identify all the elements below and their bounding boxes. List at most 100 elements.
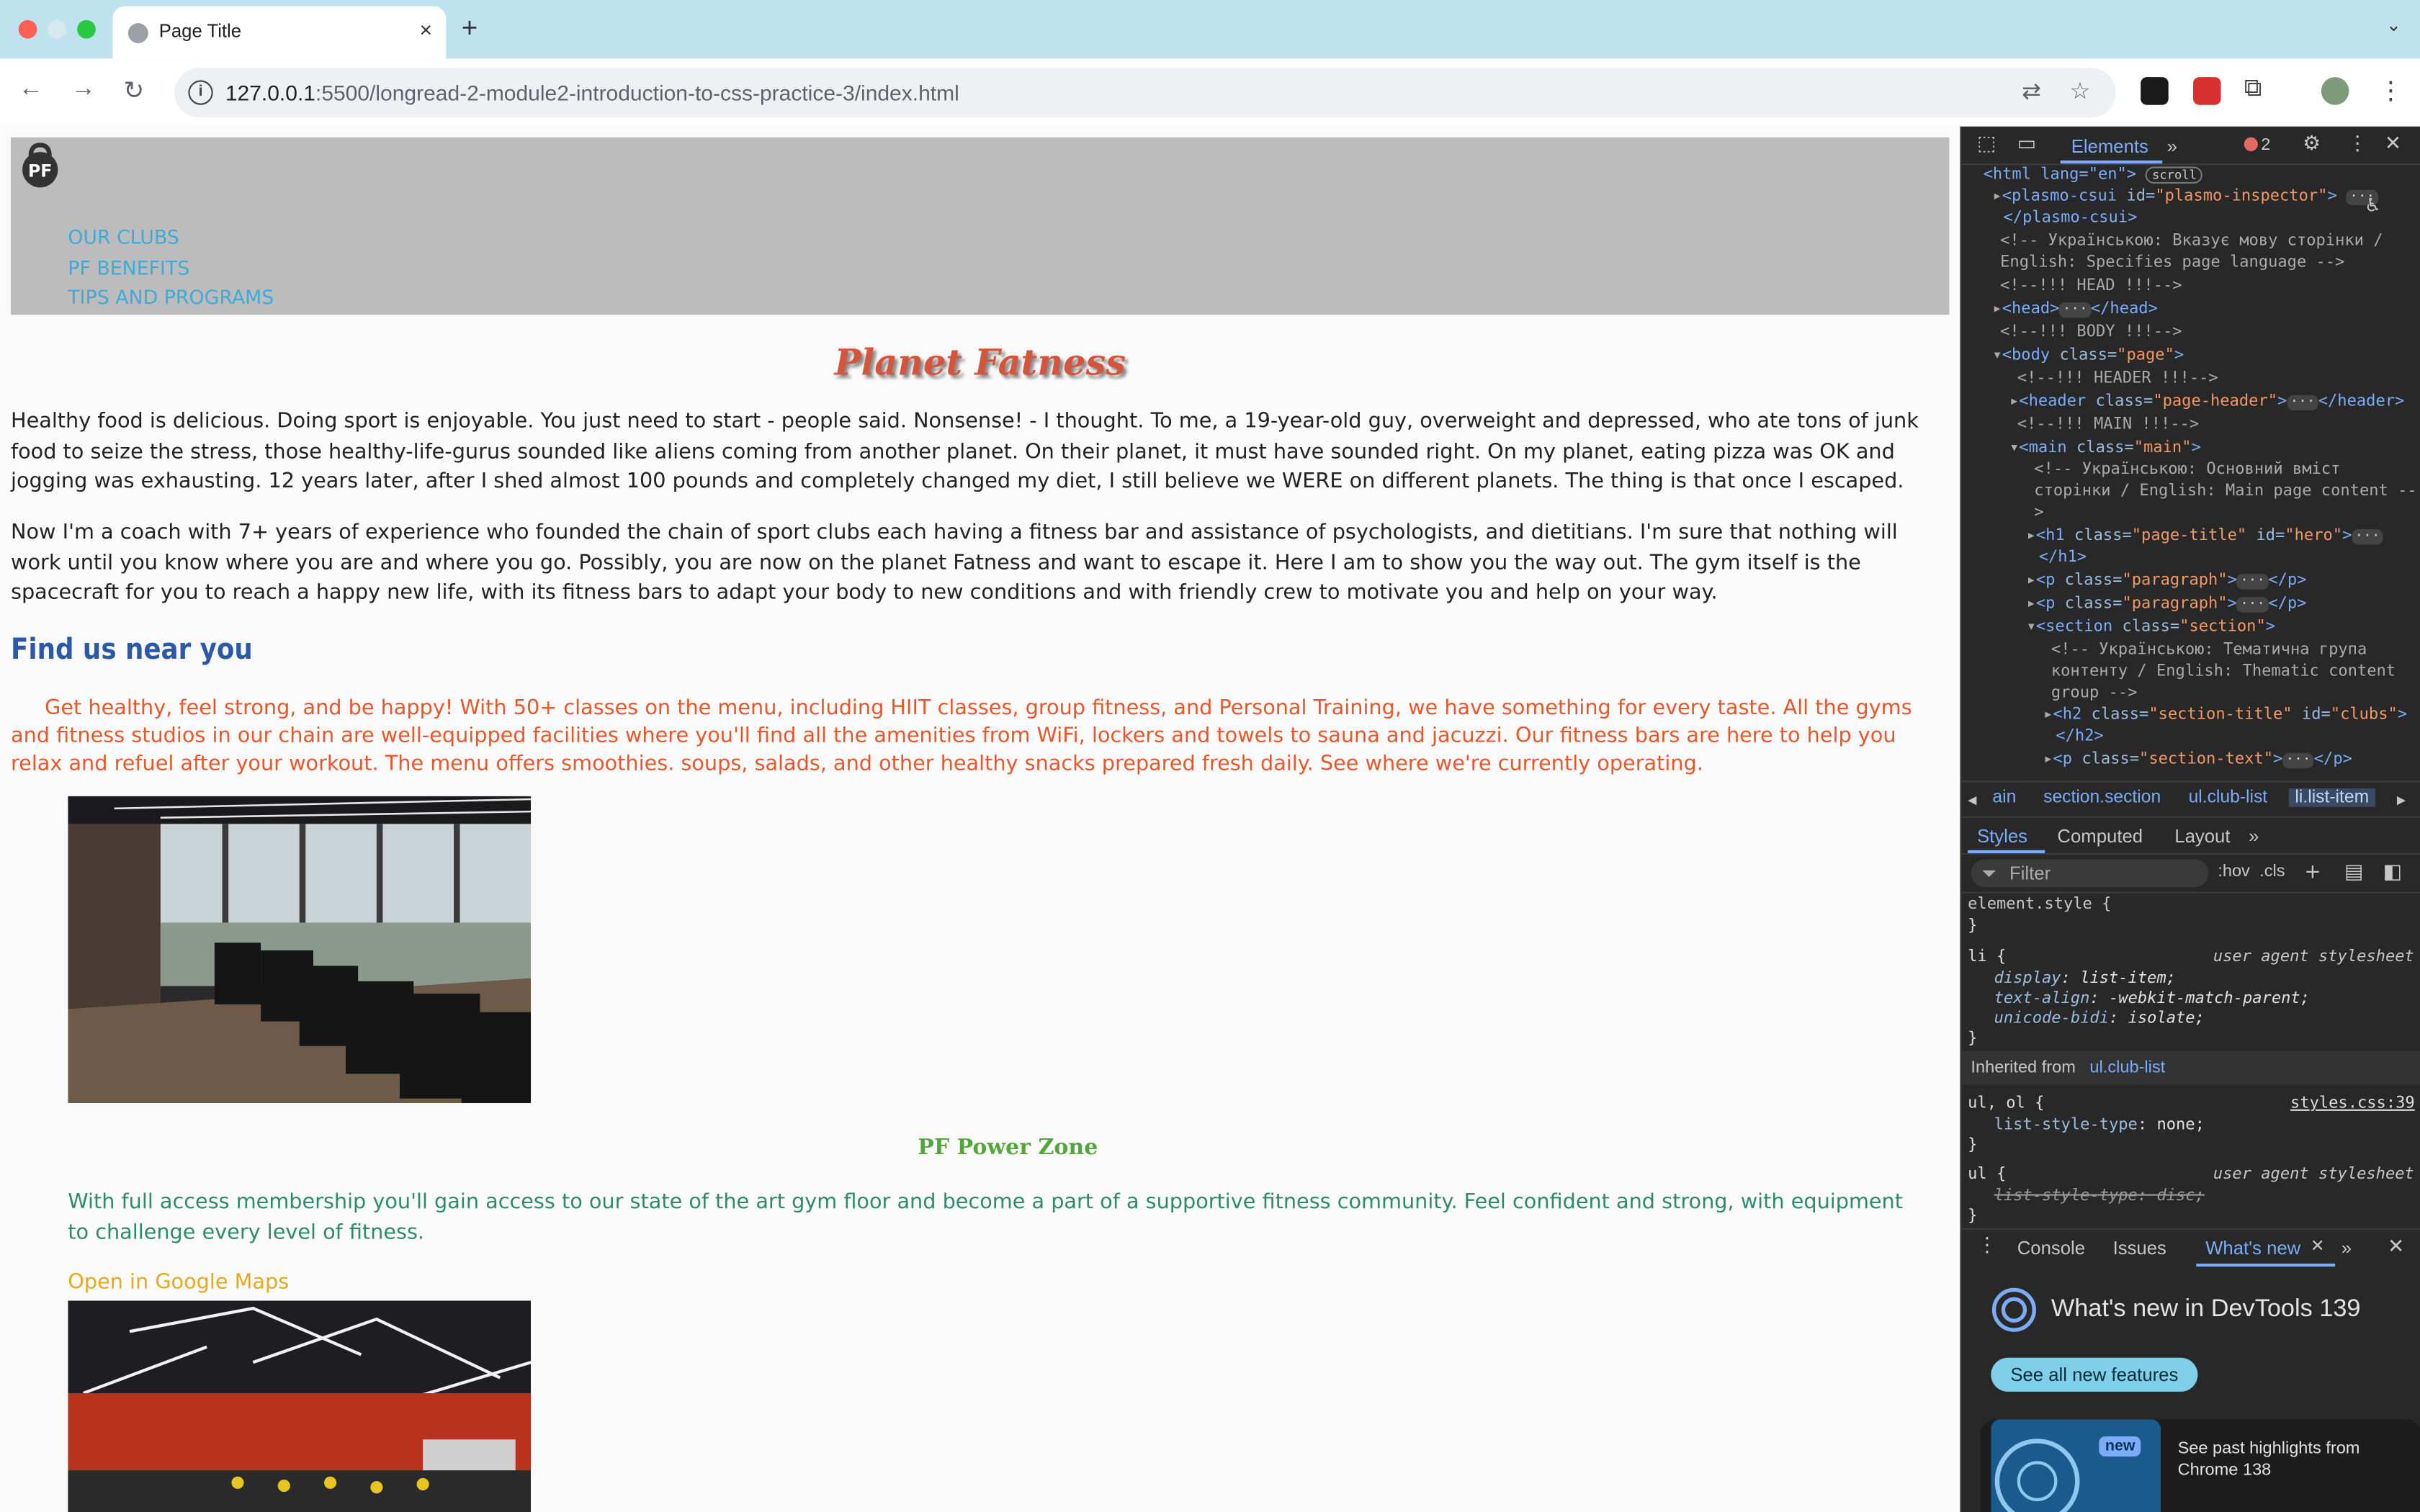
highlights-card[interactable]: new See past highlights from Chrome 138: [1980, 1419, 2420, 1512]
more-tabs-icon[interactable]: »: [2249, 825, 2259, 847]
css-declaration-overridden[interactable]: list-style-type: disc;: [1994, 1187, 2205, 1207]
expand-triangle-icon[interactable]: ▸: [2043, 705, 2053, 724]
browser-menu-icon[interactable]: ⋮: [2378, 76, 2403, 107]
dom-comment[interactable]: <!-- Українською: Тематична група: [2051, 639, 2367, 660]
tab-computed[interactable]: Computed: [2057, 825, 2143, 847]
profile-avatar[interactable]: [2321, 77, 2349, 105]
breadcrumb-item[interactable]: ul.club-list: [2189, 788, 2268, 807]
css-declaration[interactable]: display: list-item;: [1994, 969, 2176, 989]
accessibility-icon[interactable]: ♿: [2365, 194, 2381, 216]
collapsed-ellipsis[interactable]: ···: [2287, 395, 2318, 410]
dom-node-p[interactable]: ▸<p class="paragraph"> ··· </p>: [2027, 570, 2307, 591]
extensions-puzzle-icon[interactable]: ⧉: [2244, 76, 2262, 104]
close-whats-new-tab-icon[interactable]: ✕: [2311, 1236, 2325, 1256]
dom-comment[interactable]: <!--!!! HEAD !!!-->: [2000, 274, 2182, 296]
collapsed-ellipsis[interactable]: ···: [2236, 574, 2269, 590]
collapsed-ellipsis[interactable]: ···: [2059, 302, 2091, 318]
close-tab-icon[interactable]: ×: [419, 17, 432, 42]
dom-node-h1[interactable]: ▸<h1 class="page-title" id="hero"> ···: [2027, 525, 2383, 546]
browser-tab[interactable]: Page Title ×: [112, 6, 447, 59]
breadcrumb-item[interactable]: section.section: [2043, 788, 2161, 807]
extension-play-icon[interactable]: [2193, 77, 2221, 105]
hover-state-toggle[interactable]: :hov: [2218, 863, 2250, 881]
address-bar[interactable]: i 127.0.0.1:5500/longread-2-module2-intr…: [174, 68, 2116, 117]
collapse-triangle-icon[interactable]: ▾: [1992, 346, 2002, 364]
breadcrumb-scroll-right-icon[interactable]: ▸: [2397, 788, 2406, 810]
collapse-triangle-icon[interactable]: ▾: [2009, 438, 2019, 457]
tab-styles[interactable]: Styles: [1977, 825, 2027, 847]
more-tabs-icon[interactable]: »: [2167, 136, 2177, 158]
nav-link-pf-benefits[interactable]: PF BENEFITS: [68, 256, 189, 279]
toggle-sidebar-icon[interactable]: ◧: [2383, 861, 2402, 884]
dom-node-head[interactable]: ▸<head> ··· </head>: [1992, 298, 2158, 320]
css-source-link[interactable]: styles.css:39: [2290, 1094, 2415, 1114]
inspect-element-icon[interactable]: ⬚: [1977, 132, 1996, 156]
expand-triangle-icon[interactable]: ▸: [2027, 526, 2036, 545]
dom-comment[interactable]: <!--!!! BODY !!!-->: [2000, 321, 2182, 343]
translate-icon[interactable]: ⇄: [2022, 77, 2041, 104]
css-selector[interactable]: ul, ol {: [1968, 1094, 2044, 1114]
error-count-badge[interactable]: 2: [2244, 136, 2270, 154]
dom-comment[interactable]: сторінки / English: Main page content --: [2034, 480, 2416, 501]
breadcrumb-scroll-left-icon[interactable]: ◂: [1968, 788, 1976, 810]
dom-node-h2[interactable]: ▸<h2 class="section-title" id="clubs">: [2043, 703, 2407, 725]
expand-triangle-icon[interactable]: ▸: [2027, 594, 2036, 613]
dom-comment[interactable]: group -->: [2051, 682, 2138, 703]
back-button[interactable]: ←: [19, 76, 43, 104]
dom-comment[interactable]: <!--!!! MAIN !!!-->: [2017, 413, 2199, 435]
dom-node-html[interactable]: <html lang="en"> scroll: [1984, 163, 2203, 185]
reload-button[interactable]: ↻: [123, 76, 144, 107]
css-declaration[interactable]: unicode-bidi: isolate;: [1994, 1009, 2205, 1029]
dom-comment[interactable]: контенту / English: Thematic content: [2051, 660, 2396, 682]
zoom-window-button[interactable]: [77, 19, 96, 39]
dom-comment[interactable]: >: [2034, 501, 2043, 523]
minimize-window-button[interactable]: [48, 19, 67, 39]
bookmark-star-icon[interactable]: ☆: [2070, 77, 2091, 104]
expand-triangle-icon[interactable]: ▸: [1992, 300, 2002, 318]
collapsed-ellipsis[interactable]: ···: [2236, 597, 2269, 613]
extension-bolt-icon[interactable]: [2141, 77, 2169, 105]
dom-node-close[interactable]: </h2>: [2056, 725, 2103, 747]
breadcrumb-item-active[interactable]: li.list-item: [2288, 788, 2375, 807]
dom-comment[interactable]: English: Specifies page language -->: [2000, 251, 2344, 273]
google-maps-link[interactable]: Open in Google Maps: [68, 1272, 289, 1295]
nav-link-our-clubs[interactable]: OUR CLUBS: [68, 225, 179, 248]
inherited-selector-link[interactable]: ul.club-list: [2089, 1058, 2165, 1077]
css-declaration[interactable]: text-align: -webkit-match-parent;: [1994, 989, 2310, 1009]
scroll-badge[interactable]: scroll: [2146, 166, 2203, 184]
collapsed-ellipsis[interactable]: ···: [2282, 752, 2314, 769]
expand-triangle-icon[interactable]: ▸: [1992, 186, 2002, 205]
styles-filter-input[interactable]: ⏷ Filter: [1971, 859, 2209, 888]
tab-console[interactable]: Console: [2017, 1238, 2085, 1259]
settings-gear-icon[interactable]: ⚙: [2303, 132, 2321, 156]
forward-button[interactable]: →: [71, 76, 96, 104]
paint-brush-icon[interactable]: ▤: [2344, 861, 2363, 884]
more-tabs-icon[interactable]: »: [2341, 1238, 2352, 1259]
device-toolbar-icon[interactable]: ▭: [2017, 132, 2036, 156]
close-drawer-icon[interactable]: ✕: [2388, 1236, 2404, 1259]
css-selector[interactable]: ul {: [1968, 1165, 2006, 1185]
expand-triangle-icon[interactable]: ▸: [2027, 571, 2036, 590]
dom-comment[interactable]: <!-- Українською: Основний вміст: [2034, 458, 2340, 480]
url-text[interactable]: 127.0.0.1:5500/longread-2-module2-introd…: [225, 80, 959, 104]
devtools-menu-icon[interactable]: ⋮: [2347, 132, 2367, 156]
tab-elements[interactable]: Elements: [2071, 136, 2148, 158]
kettlebell-logo-icon[interactable]: PF: [17, 142, 63, 188]
class-toggle[interactable]: .cls: [2259, 863, 2285, 881]
dom-node-p[interactable]: ▸<p class="section-text"> ··· </p>: [2043, 748, 2352, 770]
tab-whats-new[interactable]: What's new: [2205, 1238, 2300, 1259]
collapse-triangle-icon[interactable]: ▾: [2027, 617, 2036, 636]
close-window-button[interactable]: [18, 19, 37, 39]
css-selector[interactable]: li {: [1968, 948, 2006, 968]
expand-triangle-icon[interactable]: ▸: [2043, 750, 2053, 768]
collapsed-ellipsis[interactable]: ···: [2352, 529, 2383, 545]
dom-node-p[interactable]: ▸<p class="paragraph"> ··· </p>: [2027, 593, 2307, 614]
tab-layout[interactable]: Layout: [2174, 825, 2230, 847]
tab-search-chevron-icon[interactable]: ⌄: [2386, 14, 2402, 35]
site-info-icon[interactable]: i: [188, 80, 213, 105]
dom-comment[interactable]: <!-- Українською: Вказує мову сторінки /: [2000, 230, 2383, 251]
tab-issues[interactable]: Issues: [2113, 1238, 2166, 1259]
dom-node-close[interactable]: </h1>: [2039, 546, 2087, 568]
breadcrumb-item[interactable]: ain: [1992, 788, 2016, 807]
drawer-menu-icon[interactable]: ⋮: [1977, 1234, 1997, 1257]
